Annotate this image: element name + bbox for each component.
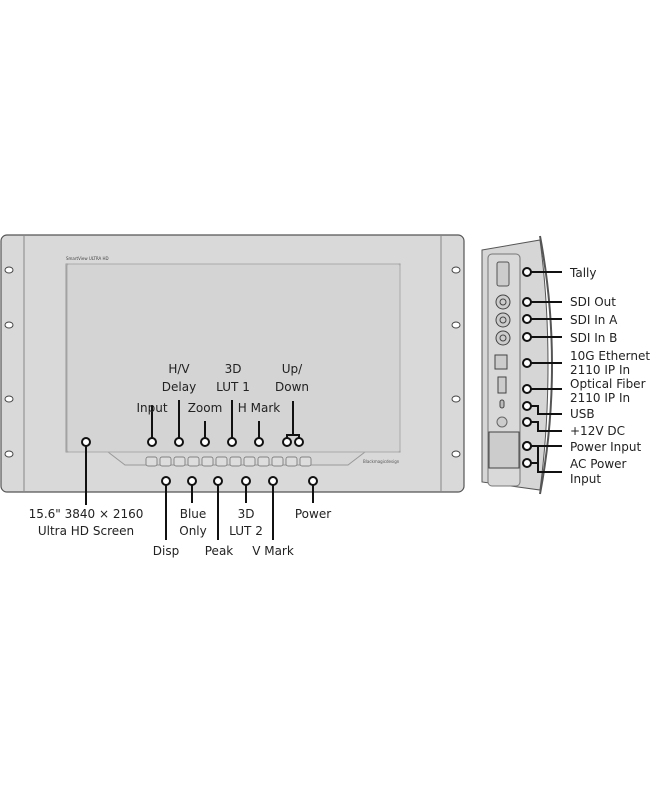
callout-rear-3-marker	[522, 332, 532, 342]
callout-rear-0-marker	[522, 267, 532, 277]
front-button	[201, 456, 214, 467]
callout-screen-marker	[81, 437, 91, 447]
screen	[66, 263, 401, 453]
front-button	[271, 456, 284, 467]
ac-port	[488, 431, 520, 469]
callout-rear-6-marker	[522, 401, 532, 411]
callout-top-0-marker	[147, 437, 157, 447]
label-zoom: Zoom	[188, 401, 223, 415]
front-button	[215, 456, 228, 467]
callout-bottom-2-marker	[213, 476, 223, 486]
brand-text: SmartView ULTRA HD	[66, 256, 109, 261]
callout-top-2-marker	[200, 437, 210, 447]
label-power: Power	[295, 507, 331, 521]
front-button	[145, 456, 158, 467]
front-button	[173, 456, 186, 467]
label-screen-2: Ultra HD Screen	[38, 524, 134, 538]
callout-bottom-5-marker	[308, 476, 318, 486]
callout-bottom-3-marker	[241, 476, 251, 486]
label-tally: Tally	[569, 266, 596, 280]
label-v-mark: V Mark	[252, 544, 294, 558]
callout-top-4-marker	[254, 437, 264, 447]
tally-port	[496, 261, 510, 287]
label-lut2-1: 3D	[238, 507, 255, 521]
label-up-down-2: Down	[275, 380, 309, 394]
label-usb: USB	[570, 407, 595, 421]
callout-up-marker	[282, 437, 292, 447]
front-button	[299, 456, 312, 467]
label-hv-delay-1: H/V	[168, 362, 190, 376]
dc-port	[496, 416, 508, 428]
label-lut1-2: LUT 1	[216, 380, 250, 394]
fiber-port	[497, 376, 507, 394]
label-fiber-1: Optical Fiber	[570, 377, 646, 391]
label-sdi-out: SDI Out	[570, 295, 616, 309]
label-ethernet-1: 10G Ethernet	[570, 349, 650, 363]
callout-rear-7-marker	[522, 417, 532, 427]
callout-bottom-1-marker	[187, 476, 197, 486]
callout-bottom-0-marker	[161, 476, 171, 486]
logo-text: Blackmagicdesign	[363, 459, 400, 464]
label-ac-power-1: AC Power	[570, 457, 627, 471]
front-button	[257, 456, 270, 467]
front-button	[243, 456, 256, 467]
label-sdi-in-a: SDI In A	[570, 313, 618, 327]
callout-rear-2-marker	[522, 314, 532, 324]
callout-rear-4-marker	[522, 358, 532, 368]
callout-top-3-marker	[227, 437, 237, 447]
usb-port	[499, 399, 505, 409]
front-button	[187, 456, 200, 467]
sdi-in-b-port	[495, 330, 511, 346]
callout-ac-marker	[522, 441, 532, 451]
label-lut2-2: LUT 2	[229, 524, 263, 538]
callout-rear-9-marker	[522, 458, 532, 468]
front-button	[159, 456, 172, 467]
front-button	[285, 456, 298, 467]
label-ac-power-2: Input	[570, 472, 601, 486]
label-blue-only-1: Blue	[180, 507, 207, 521]
sdi-out-port	[495, 294, 511, 310]
diagram-svg: SmartView ULTRA HD Blackmagicdesign Inpu…	[0, 234, 650, 558]
callout-top-1-marker	[174, 437, 184, 447]
label-lut1-1: 3D	[225, 362, 242, 376]
label-ethernet-2: 2110 IP In	[570, 363, 630, 377]
callout-rear-1-marker	[522, 297, 532, 307]
label-input: Input	[136, 401, 167, 415]
front-button	[229, 456, 242, 467]
label-sdi-in-b: SDI In B	[570, 331, 617, 345]
label-up-down-1: Up/	[282, 362, 303, 376]
label-disp: Disp	[153, 544, 179, 558]
label-screen-1: 15.6" 3840 × 2160	[29, 507, 144, 521]
callout-bottom-4-marker	[268, 476, 278, 486]
label-hv-delay-2: Delay	[162, 380, 196, 394]
label-h-mark: H Mark	[238, 401, 280, 415]
sdi-in-a-port	[495, 312, 511, 328]
label-blue-only-2: Only	[179, 524, 207, 538]
label-fiber-2: 2110 IP In	[570, 391, 630, 405]
callout-down-marker	[294, 437, 304, 447]
diagram: SmartView ULTRA HD Blackmagicdesign Inpu…	[0, 0, 650, 794]
label-power-input: Power Input	[570, 440, 641, 454]
label-peak: Peak	[205, 544, 234, 558]
rear-panel	[481, 235, 554, 495]
label-dc: +12V DC	[570, 424, 625, 438]
ethernet-port	[494, 354, 508, 370]
callout-rear-5-marker	[522, 384, 532, 394]
